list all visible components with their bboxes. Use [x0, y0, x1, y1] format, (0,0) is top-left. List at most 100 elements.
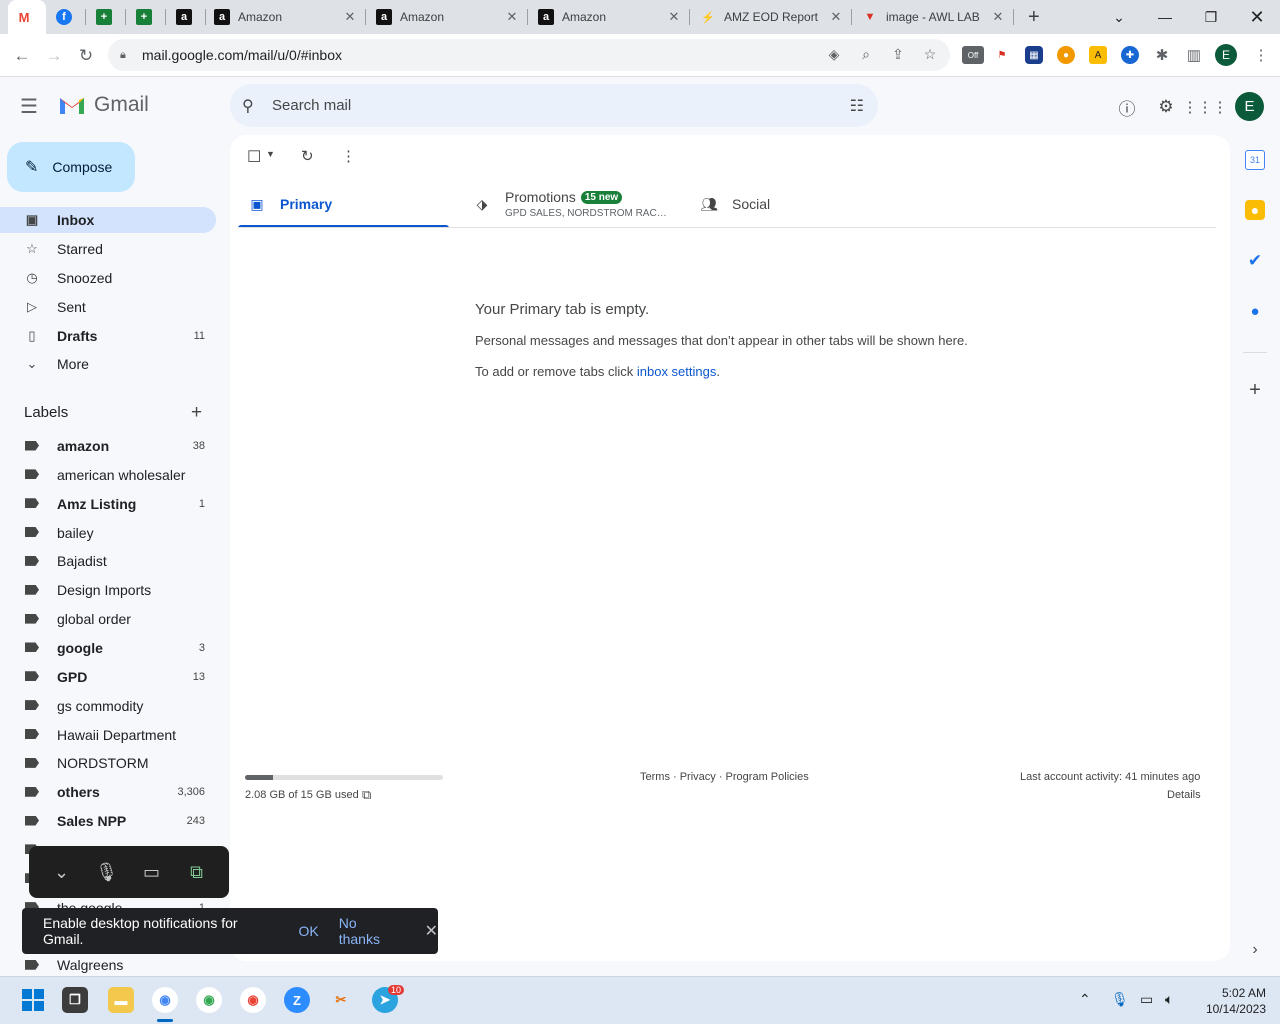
label-item[interactable]: gs commodity — [0, 693, 216, 719]
zoom-icon[interactable]: ⌕ — [856, 46, 876, 64]
label-item[interactable]: others 3,306 — [0, 779, 216, 805]
refresh-icon[interactable]: ↻ — [301, 147, 314, 165]
browser-profile-avatar[interactable]: E — [1215, 44, 1237, 66]
windows-start-icon[interactable] — [20, 987, 46, 1013]
volume-icon[interactable]: 🔈︎ — [1165, 991, 1173, 1008]
close-window-button[interactable]: ✕ — [1234, 0, 1280, 34]
inbox-settings-link[interactable]: inbox settings — [637, 364, 717, 379]
search-input[interactable] — [272, 97, 832, 114]
label-item[interactable]: amazon 38 — [0, 433, 216, 459]
zoom-app-icon[interactable]: Z — [284, 987, 310, 1013]
apps-grid-icon[interactable]: ⋮⋮⋮ — [1183, 96, 1228, 118]
extension-scout-icon[interactable]: A — [1089, 46, 1107, 64]
new-tab-button[interactable]: + — [1020, 0, 1048, 34]
search-icon[interactable]: ⚲ — [242, 96, 262, 116]
tab-awl-lab[interactable]: ▼ image - AWL LAB ✕ — [854, 0, 1014, 34]
tab-primary[interactable]: ▣ Primary — [238, 180, 449, 228]
address-bar[interactable]: 🔒︎ mail.google.com/mail/u/0/#inbox ◈ ⌕ ⇪… — [108, 39, 950, 71]
forward-button[interactable]: → — [40, 42, 68, 70]
nav-snoozed[interactable]: ◷ Snoozed — [0, 265, 216, 291]
chrome-icon[interactable]: ◉ — [152, 987, 178, 1013]
search-options-icon[interactable]: ☷ — [850, 96, 864, 116]
share-icon[interactable]: ⇪ — [888, 46, 908, 64]
minimize-button[interactable]: — — [1142, 0, 1188, 34]
label-item[interactable]: Amz Listing 1 — [0, 491, 216, 517]
tab-close-icon[interactable]: ✕ — [990, 9, 1006, 25]
open-storage-icon[interactable]: ⧉ — [362, 787, 371, 803]
tab-facebook[interactable]: f — [48, 0, 86, 34]
open-external-icon[interactable]: ⧉ — [184, 862, 210, 883]
extension-blue-icon[interactable]: ✚ — [1121, 46, 1139, 64]
tray-chevron-up-icon[interactable]: ⌃ — [1079, 991, 1091, 1008]
chevron-down-icon[interactable]: ⌄ — [49, 862, 75, 883]
tab-promotions[interactable]: ⬗ Promotions 15 new GPD SALES, NORDSTROM… — [473, 180, 673, 228]
reload-button[interactable]: ↻ — [72, 42, 100, 70]
taskbar-clock[interactable]: 5:02 AM 10/14/2023 — [1196, 985, 1266, 1017]
bookmark-star-icon[interactable]: ☆ — [920, 46, 940, 64]
mic-off-icon[interactable]: 🎙︎ — [94, 862, 120, 883]
tab-amazon-3[interactable]: a Amazon ✕ — [530, 0, 690, 34]
tab-gmail[interactable]: M — [8, 0, 46, 34]
nav-inbox[interactable]: ▣ Inbox — [0, 207, 216, 233]
network-icon[interactable]: ▭ — [1140, 991, 1153, 1008]
label-item[interactable]: bailey — [0, 520, 216, 546]
search-bar[interactable]: ⚲ ☷ — [230, 84, 878, 127]
side-panel-icon[interactable]: ▥ — [1185, 46, 1203, 64]
snackbar-no-thanks-button[interactable]: No thanks — [339, 915, 401, 947]
back-button[interactable]: ← — [8, 42, 36, 70]
extension-chart-icon[interactable]: ▦ — [1025, 46, 1043, 64]
tab-amazon-pinned[interactable]: a — [168, 0, 206, 34]
label-item[interactable]: global order — [0, 606, 216, 632]
create-label-plus-icon[interactable]: + — [191, 402, 202, 424]
file-explorer-icon[interactable]: ▬ — [108, 987, 134, 1013]
extensions-puzzle-icon[interactable]: ✱ — [1153, 46, 1171, 64]
select-dropdown-icon[interactable]: ▼ — [266, 149, 275, 159]
snipping-tool-icon[interactable]: ✂ — [328, 987, 354, 1013]
settings-gear-icon[interactable]: ⚙ — [1155, 96, 1177, 118]
gmail-logo[interactable]: Gmail — [58, 93, 149, 117]
eye-icon[interactable]: ◈ — [824, 46, 844, 64]
label-item[interactable]: NORDSTORM — [0, 750, 216, 776]
browser-menu-icon[interactable]: ⋮ — [1252, 46, 1270, 64]
policies-links[interactable]: Terms · Privacy · Program Policies — [640, 771, 809, 783]
help-icon[interactable]: ⓘ — [1116, 96, 1138, 119]
label-item[interactable]: GPD 13 — [0, 664, 216, 690]
account-avatar[interactable]: E — [1235, 92, 1264, 121]
nav-more[interactable]: ⌄ More — [0, 351, 216, 377]
chevron-right-icon[interactable]: › — [1245, 940, 1265, 960]
main-menu-icon[interactable]: ☰ — [20, 94, 44, 118]
tasks-icon[interactable]: ✔ — [1245, 251, 1265, 271]
tab-amazon-2[interactable]: a Amazon ✕ — [368, 0, 528, 34]
details-link[interactable]: Details — [1167, 789, 1201, 801]
tab-search-button[interactable]: ⌄ — [1096, 0, 1142, 34]
chrome-profile-icon[interactable]: ◉ — [240, 987, 266, 1013]
select-all-checkbox[interactable]: ☐ — [247, 147, 261, 167]
snackbar-close-icon[interactable]: ✕ — [425, 921, 438, 941]
label-item[interactable]: google 3 — [0, 635, 216, 661]
chrome-profile-icon[interactable]: ◉ — [196, 987, 222, 1013]
keep-icon[interactable]: ● — [1245, 200, 1265, 220]
tab-amz-eod-report[interactable]: ⚡ AMZ EOD Report ✕ — [692, 0, 852, 34]
tab-close-icon[interactable]: ✕ — [666, 9, 682, 25]
add-addon-plus-icon[interactable]: + — [1245, 379, 1265, 401]
compose-button[interactable]: ✎ Compose — [7, 142, 135, 192]
extension-orange-icon[interactable]: ● — [1057, 46, 1075, 64]
label-item[interactable]: Walgreens — [0, 952, 216, 978]
snackbar-ok-button[interactable]: OK — [298, 923, 318, 939]
microphone-icon[interactable]: 🎙︎ — [1111, 991, 1129, 1008]
tab-sheets-2[interactable]: + — [128, 0, 166, 34]
task-view-icon[interactable]: ❐ — [62, 987, 88, 1013]
more-options-icon[interactable]: ⋮ — [341, 147, 356, 165]
label-item[interactable]: Hawaii Department — [0, 722, 216, 748]
camera-off-icon[interactable]: ▭ — [139, 862, 165, 883]
label-item[interactable]: Design Imports — [0, 577, 216, 603]
label-item[interactable]: Sales NPP 243 — [0, 808, 216, 834]
tab-amazon-1[interactable]: a Amazon ✕ — [206, 0, 366, 34]
label-item[interactable]: american wholesaler — [0, 462, 216, 488]
tab-close-icon[interactable]: ✕ — [342, 9, 358, 25]
calendar-icon[interactable]: 31 — [1245, 150, 1265, 170]
tab-close-icon[interactable]: ✕ — [504, 9, 520, 25]
nav-starred[interactable]: ☆ Starred — [0, 236, 216, 262]
tab-sheets-1[interactable]: + — [88, 0, 126, 34]
contacts-icon[interactable]: ● — [1245, 301, 1265, 321]
